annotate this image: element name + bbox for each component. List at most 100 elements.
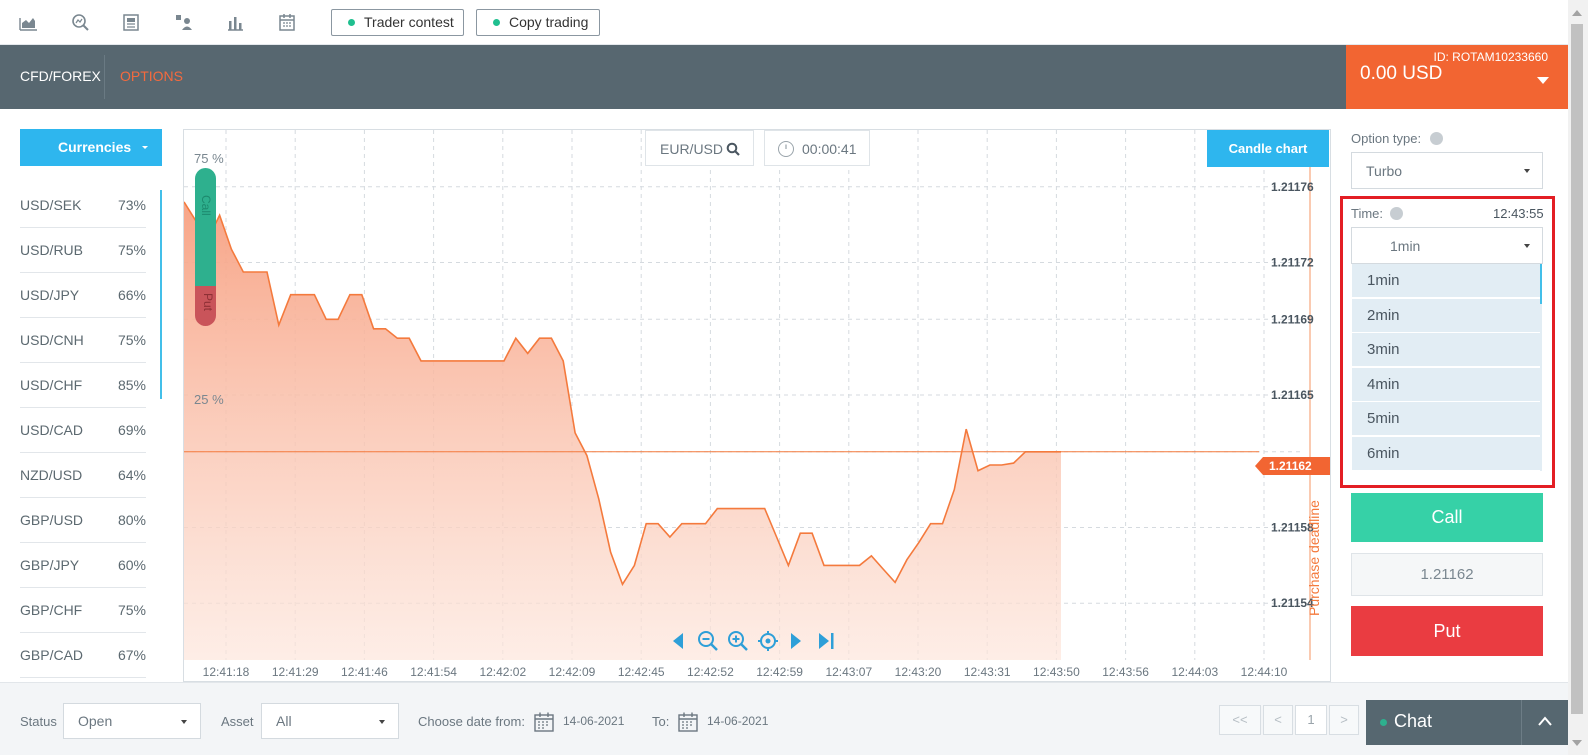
- currency-pair: USD/CHF: [20, 377, 83, 393]
- calendar-icon[interactable]: [277, 12, 297, 32]
- timer-value: 00:00:41: [802, 141, 857, 157]
- x-tick-label: 12:43:31: [964, 665, 1011, 679]
- zoom-in-icon[interactable]: [727, 630, 749, 652]
- info-icon[interactable]: [1430, 132, 1443, 145]
- copy-trading-button[interactable]: Copy trading: [476, 9, 600, 36]
- trader-contest-button[interactable]: Trader contest: [331, 9, 464, 36]
- scroll-end-icon[interactable]: [816, 631, 836, 651]
- chart-canvas: 1.211761.211721.211691.211651.211581.211…: [184, 130, 1314, 679]
- caret-down-icon: [142, 146, 148, 149]
- call-button[interactable]: Call: [1351, 493, 1543, 542]
- currency-row[interactable]: USD/CNH 75%: [20, 318, 146, 363]
- news-icon[interactable]: [121, 12, 141, 32]
- pager-first-button[interactable]: <<: [1219, 705, 1261, 735]
- currency-row[interactable]: GBP/CAD 67%: [20, 633, 146, 678]
- pager-page-input[interactable]: 1: [1295, 705, 1327, 735]
- info-icon[interactable]: [1390, 207, 1403, 220]
- expiry-timer: 00:00:41: [764, 130, 870, 166]
- currency-row[interactable]: USD/JPY 66%: [20, 273, 146, 318]
- date-from-value[interactable]: 14-06-2021: [563, 714, 624, 728]
- duration-option[interactable]: 3min: [1352, 333, 1540, 368]
- top-toolbar: Trader contest Copy trading: [0, 0, 1588, 45]
- area-chart-icon[interactable]: [18, 12, 38, 32]
- chevron-down-icon[interactable]: [1537, 77, 1549, 84]
- calendar-icon[interactable]: [533, 711, 555, 733]
- currency-payout: 75%: [117, 242, 146, 258]
- date-to-value[interactable]: 14-06-2021: [707, 714, 768, 728]
- currency-payout: 69%: [117, 422, 146, 438]
- currency-pair: USD/SEK: [20, 197, 82, 213]
- y-tick-label: 1.21176: [1271, 180, 1314, 194]
- x-tick-label: 12:42:52: [687, 665, 734, 679]
- currency-row[interactable]: USD/CAD 69%: [20, 408, 146, 453]
- y-tick-label: 1.21172: [1271, 256, 1314, 270]
- y-tick-label: 1.21169: [1271, 312, 1314, 326]
- currencies-dropdown[interactable]: Currencies: [20, 129, 162, 166]
- currency-pair: USD/RUB: [20, 242, 84, 258]
- dropdown-scrollbar[interactable]: [1540, 264, 1542, 304]
- duration-option[interactable]: 5min: [1352, 402, 1540, 437]
- people-icon[interactable]: [174, 12, 194, 32]
- calendar-icon[interactable]: [677, 711, 699, 733]
- chevron-up-icon[interactable]: [1538, 716, 1552, 726]
- asset-value: All: [276, 713, 292, 729]
- candle-chart-button[interactable]: Candle chart: [1207, 130, 1329, 167]
- scroll-down-icon[interactable]: [1572, 740, 1582, 746]
- chat-widget[interactable]: Chat: [1366, 700, 1568, 745]
- duration-option[interactable]: 6min: [1352, 437, 1540, 471]
- scrollbar-thumb[interactable]: [1571, 24, 1583, 714]
- x-tick-label: 12:43:20: [895, 665, 942, 679]
- scroll-up-icon[interactable]: [1572, 10, 1582, 16]
- purchase-deadline-label: Purchase deadline: [1306, 500, 1322, 616]
- price-chart[interactable]: 1.21176 1.21172 1.21169 1.21165 1.21158 1.211…: [183, 129, 1331, 682]
- currency-pair: GBP/USD: [20, 512, 84, 528]
- x-tick-label: 12:41:54: [410, 665, 457, 679]
- center-target-icon[interactable]: [757, 630, 779, 652]
- scroll-left-icon[interactable]: [670, 631, 686, 651]
- status-dot: [493, 19, 500, 26]
- search-chart-icon[interactable]: [70, 12, 90, 32]
- page-scrollbar[interactable]: [1568, 0, 1588, 755]
- asset-select[interactable]: All: [261, 703, 399, 739]
- duration-option[interactable]: 4min: [1352, 367, 1540, 402]
- currency-payout: 64%: [117, 467, 146, 483]
- bar-chart-icon[interactable]: [225, 12, 245, 32]
- currency-row[interactable]: GBP/JPY 60%: [20, 543, 146, 588]
- put-button[interactable]: Put: [1351, 606, 1543, 656]
- account-balance[interactable]: ID: ROTAM10233660 0.00 USD: [1346, 45, 1568, 109]
- tab-cfd-forex[interactable]: CFD/FOREX: [20, 45, 101, 109]
- currency-pair: USD/CAD: [20, 422, 84, 438]
- x-tick-label: 12:44:10: [1241, 665, 1288, 679]
- trader-contest-label: Trader contest: [364, 14, 454, 30]
- y-tick-label: 1.21165: [1271, 388, 1314, 402]
- currency-row[interactable]: GBP/USD 80%: [20, 498, 146, 543]
- duration-select[interactable]: 1min: [1351, 227, 1543, 264]
- currencies-label: Currencies: [58, 139, 132, 155]
- pager-next-button[interactable]: >: [1329, 705, 1359, 735]
- tab-options[interactable]: OPTIONS: [120, 45, 183, 109]
- duration-option[interactable]: 1min: [1352, 264, 1540, 298]
- currency-list-scrollbar[interactable]: [160, 190, 162, 399]
- symbol-search[interactable]: EUR/USD: [645, 130, 754, 166]
- currency-row[interactable]: GBP/CHF 75%: [20, 588, 146, 633]
- option-type-label: Option type:: [1351, 131, 1422, 146]
- divider: [1521, 700, 1522, 745]
- caret-down-icon: [181, 720, 187, 724]
- currency-row[interactable]: USD/CHF 85%: [20, 363, 146, 408]
- zoom-out-icon[interactable]: [697, 630, 719, 652]
- duration-option[interactable]: 2min: [1352, 298, 1540, 333]
- x-tick-label: 12:42:02: [479, 665, 526, 679]
- currency-row[interactable]: USD/RUB 75%: [20, 228, 146, 273]
- balance-value: 0.00 USD: [1360, 63, 1443, 84]
- pager-prev-button[interactable]: <: [1263, 705, 1293, 735]
- currency-pair: USD/CNH: [20, 332, 84, 348]
- option-type-select[interactable]: Turbo: [1351, 152, 1543, 189]
- scroll-right-icon[interactable]: [788, 631, 804, 651]
- server-time: 12:43:55: [1493, 206, 1544, 221]
- currency-row[interactable]: NZD/USD 64%: [20, 453, 146, 498]
- currency-payout: 85%: [117, 377, 146, 393]
- status-select[interactable]: Open: [63, 703, 201, 739]
- currency-payout: 66%: [117, 287, 146, 303]
- current-price-value: 1.21162: [1269, 459, 1312, 473]
- currency-row[interactable]: USD/SEK 73%: [20, 183, 146, 228]
